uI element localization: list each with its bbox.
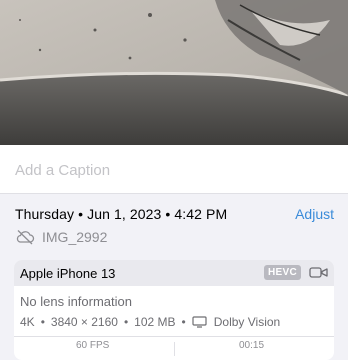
lens-info: No lens information [20,294,132,309]
camera-info-card: Apple iPhone 13 HEVC No lens information… [14,260,334,360]
display-icon [192,316,207,328]
dimensions: 3840 × 2160 [50,315,118,329]
cloud-slash-icon [16,230,35,245]
filename-row: IMG_2992 [15,227,107,247]
adjust-button[interactable]: Adjust [295,206,334,222]
capture-datetime: Thursday • Jun 1, 2023 • 4:42 PM [15,206,228,222]
caption-input[interactable] [15,159,315,181]
info-panel: Thursday • Jun 1, 2023 • 4:42 PM Adjust … [0,194,348,360]
caption-area[interactable] [0,145,348,194]
filename: IMG_2992 [42,229,108,245]
format-badge: HEVC [264,265,301,280]
duration: 00:15 [239,340,265,351]
camera-card-header: Apple iPhone 13 HEVC [14,260,334,286]
video-camera-icon [309,267,328,278]
photo-preview[interactable] [0,0,348,145]
hdr-format: Dolby Vision [213,315,281,329]
card-divider [14,336,334,337]
photo-image [0,0,348,145]
device-name: Apple iPhone 13 [20,266,116,281]
stat-separator [174,342,175,356]
file-size: 102 MB [134,315,176,329]
frame-rate: 60 FPS [76,340,110,351]
video-specs: 4K • 3840 × 2160 • 102 MB • Dolby Vision [20,315,281,329]
resolution-label: 4K [20,315,35,329]
